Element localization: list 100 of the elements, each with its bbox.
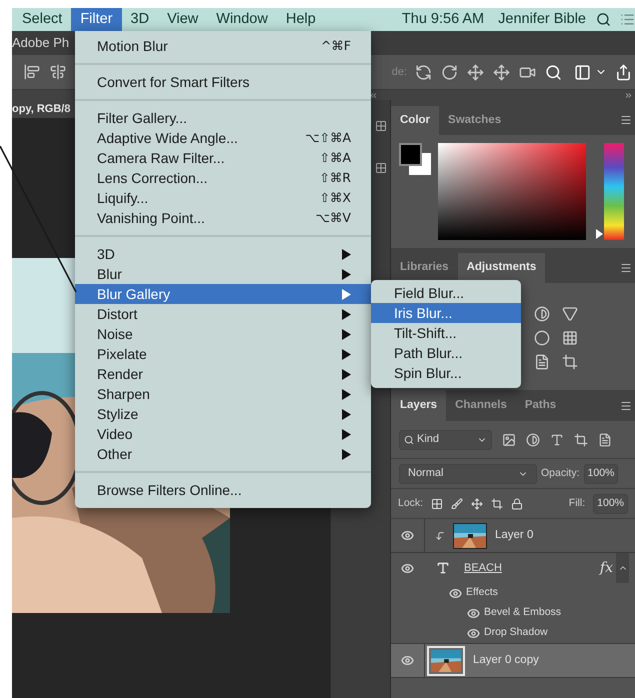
- eye-icon[interactable]: [401, 654, 414, 667]
- menu-item[interactable]: Blur: [75, 264, 371, 284]
- submenu-arrow-icon: [342, 288, 351, 300]
- menu-item[interactable]: Iris Blur...: [371, 303, 521, 323]
- share-icon[interactable]: [615, 64, 632, 80]
- move-icon[interactable]: [467, 64, 484, 80]
- menu-bar-item[interactable]: View: [158, 8, 208, 31]
- hue-slider[interactable]: [596, 143, 624, 240]
- menu-item[interactable]: Browse Filters Online...: [75, 480, 371, 500]
- menu-item[interactable]: Path Blur...: [371, 343, 521, 363]
- align-icon[interactable]: [24, 64, 40, 80]
- layer-name: Layer 0: [495, 528, 534, 543]
- submenu-arrow-icon: [342, 448, 351, 460]
- menu-item[interactable]: Noise: [75, 324, 371, 344]
- blend-mode-dropdown[interactable]: Normal: [399, 464, 537, 484]
- menu-item[interactable]: Vanishing Point... ⌥⌘V: [75, 208, 371, 228]
- rotate-icon[interactable]: [441, 64, 458, 80]
- adjustment-icon[interactable]: [562, 354, 578, 370]
- adjustment-icon[interactable]: [562, 306, 578, 322]
- submenu-arrow-icon: [342, 428, 351, 440]
- menu-item[interactable]: 3D: [75, 244, 371, 264]
- menu-item[interactable]: Convert for Smart Filters: [75, 72, 371, 92]
- eye-icon[interactable]: [401, 529, 414, 542]
- menu-item[interactable]: Motion Blur ^⌘F: [75, 36, 371, 56]
- color-field[interactable]: [438, 143, 586, 240]
- tool-icon[interactable]: [375, 120, 387, 132]
- smart-object-filter-icon[interactable]: [598, 432, 612, 446]
- layer-name: Layer 0 copy: [473, 652, 539, 668]
- panel-icon[interactable]: [574, 64, 591, 80]
- panel-tab[interactable]: Adjustments: [458, 253, 546, 283]
- menu-item[interactable]: Lens Correction... ⇧⌘R: [75, 168, 371, 188]
- submenu-arrow-icon: [342, 248, 351, 260]
- submenu-arrow-icon: [342, 348, 351, 360]
- menu-bar-item[interactable]: Help: [276, 8, 325, 31]
- submenu-arrow-icon: [342, 308, 351, 320]
- adjustment-filter-icon[interactable]: [526, 432, 540, 446]
- menu-item[interactable]: Distort: [75, 304, 371, 324]
- submenu-arrow-icon: [342, 388, 351, 400]
- opacity-field[interactable]: 100%: [584, 464, 618, 484]
- menu-item[interactable]: Blur Gallery: [75, 284, 371, 304]
- collapse-icon[interactable]: [369, 90, 378, 100]
- layer-row[interactable]: Layer 0 copy: [391, 644, 635, 678]
- rotate-icon[interactable]: [415, 64, 432, 80]
- menu-item[interactable]: Tilt-Shift...: [371, 323, 521, 343]
- menu-item[interactable]: Pixelate: [75, 344, 371, 364]
- menu-item[interactable]: Stylize: [75, 404, 371, 424]
- menu-item[interactable]: Field Blur...: [371, 283, 521, 303]
- menu-bar-item[interactable]: 3D: [122, 8, 158, 31]
- adjustment-icon[interactable]: [534, 330, 550, 346]
- clock: Thu 9:56 AM: [402, 10, 484, 29]
- eye-icon[interactable]: [467, 606, 480, 620]
- layer-row[interactable]: Layer 0: [391, 519, 635, 553]
- image-filter-icon[interactable]: [502, 432, 516, 446]
- tool-icon[interactable]: [375, 162, 387, 174]
- adjustment-icon[interactable]: [534, 354, 550, 370]
- menu-icon[interactable]: [620, 262, 632, 274]
- color-swatches-icon[interactable]: [399, 143, 431, 175]
- list-icon[interactable]: [620, 12, 635, 27]
- kind-dropdown[interactable]: Kind: [399, 430, 492, 450]
- menu-bar-item[interactable]: Select: [13, 8, 72, 31]
- menu-icon[interactable]: [620, 114, 632, 126]
- shape-filter-icon[interactable]: [574, 432, 588, 446]
- align-icon[interactable]: [50, 64, 66, 80]
- menu-item[interactable]: Adaptive Wide Angle... ⌥⇧⌘A: [75, 128, 371, 148]
- submenu-arrow-icon: [342, 408, 351, 420]
- menu-item[interactable]: Video: [75, 424, 371, 444]
- panel-tab[interactable]: Color: [391, 106, 440, 135]
- fill-label: Fill:: [568, 496, 586, 511]
- submenu-arrow-icon: [342, 328, 351, 340]
- menu-item[interactable]: Camera Raw Filter... ⇧⌘A: [75, 148, 371, 168]
- search-icon[interactable]: [596, 12, 611, 27]
- clip-arrow-icon: [435, 530, 445, 540]
- submenu-arrow-icon: [342, 268, 351, 280]
- lock-icon[interactable]: [511, 498, 524, 510]
- adjustment-icon[interactable]: [534, 306, 550, 322]
- panel-tab[interactable]: Layers: [391, 390, 446, 421]
- fill-field[interactable]: 100%: [593, 494, 628, 514]
- type-filter-icon[interactable]: [550, 432, 564, 446]
- move-icon[interactable]: [471, 498, 484, 510]
- eye-icon[interactable]: [401, 562, 414, 574]
- adjustment-icon[interactable]: [562, 330, 578, 346]
- search-icon[interactable]: [545, 64, 562, 80]
- menu-item[interactable]: Render: [75, 364, 371, 384]
- menu-item[interactable]: Liquify... ⇧⌘X: [75, 188, 371, 208]
- menu-bar-item[interactable]: Filter: [71, 8, 122, 31]
- menu-item[interactable]: Spin Blur...: [371, 363, 521, 383]
- lock-pixels-icon[interactable]: [431, 498, 444, 510]
- crop-icon[interactable]: [491, 498, 504, 510]
- eye-icon[interactable]: [449, 586, 462, 600]
- move-icon[interactable]: [493, 64, 510, 80]
- brush-icon[interactable]: [451, 498, 464, 510]
- menu-icon[interactable]: [620, 400, 632, 412]
- layer-row[interactable]: BEACH fx Effects Bevel & Emboss Drop Shadow: [391, 553, 635, 644]
- effect-name: Drop Shadow: [484, 625, 548, 640]
- eye-icon[interactable]: [467, 626, 480, 640]
- menu-item[interactable]: Other: [75, 444, 371, 464]
- menu-bar-item[interactable]: Window: [207, 8, 277, 31]
- menu-item[interactable]: Filter Gallery...: [75, 108, 371, 128]
- menu-item[interactable]: Sharpen: [75, 384, 371, 404]
- expand-icon[interactable]: [624, 90, 633, 100]
